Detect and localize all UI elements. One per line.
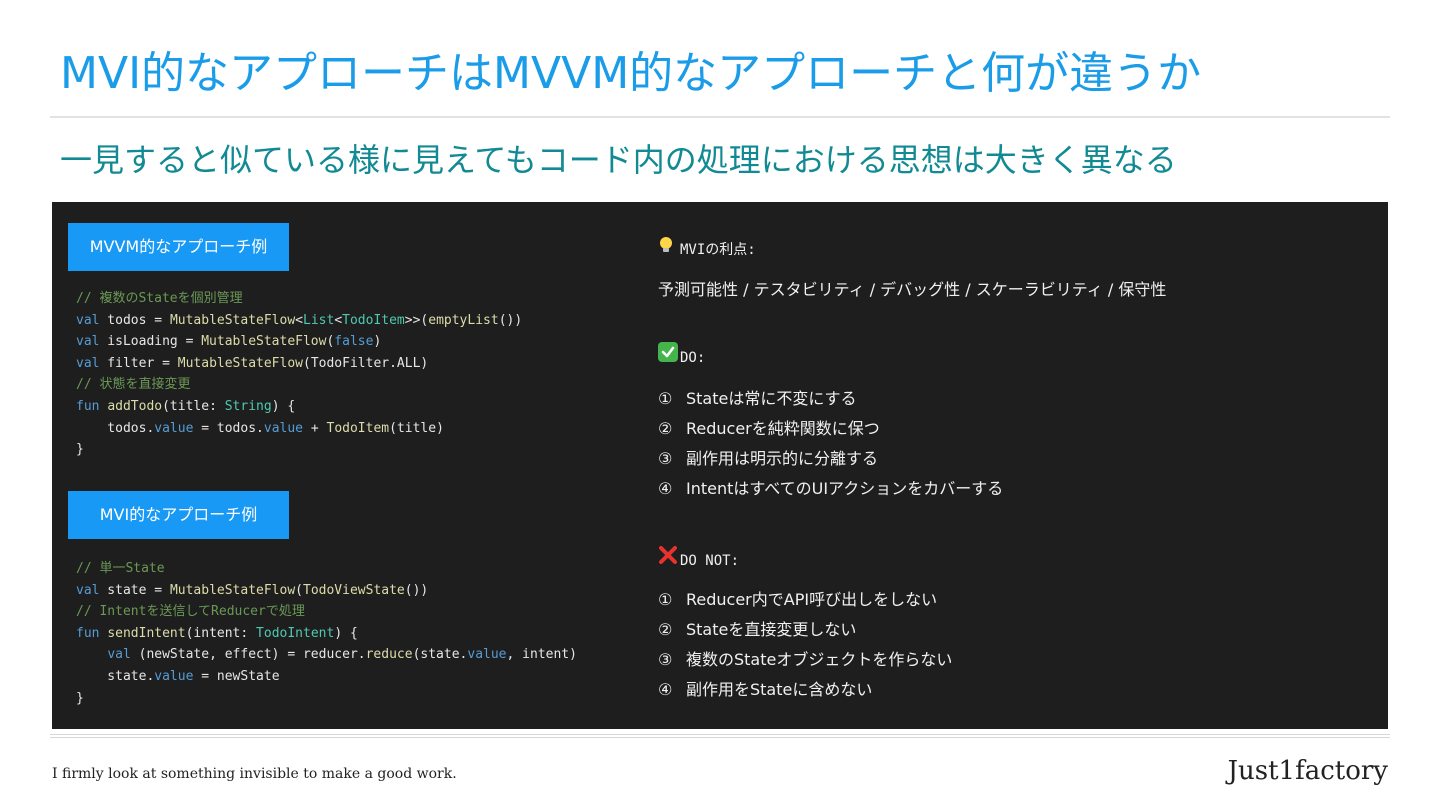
item-text: IntentはすべてのUIアクションをカバーする bbox=[686, 479, 1004, 498]
benefits-text: 予測可能性 / テスタビリティ / デバッグ性 / スケーラビリティ / 保守性 bbox=[658, 280, 1167, 299]
item-text: 複数のStateオブジェクトを作らない bbox=[686, 650, 953, 669]
code-line: val isLoading = MutableStateFlow(false) bbox=[76, 334, 382, 350]
donot-list: ① Reducer内でAPI呼び出しをしない ② Stateを直接変更しない ③ 複数のS… bbox=[658, 585, 952, 705]
mvi-label: MVI的なアプローチ例 bbox=[68, 491, 289, 539]
donot-item: ④ 副作用をStateに含めない bbox=[658, 675, 952, 705]
item-text: Stateは常に不変にする bbox=[686, 389, 857, 408]
code-line: val filter = MutableStateFlow(TodoFilter… bbox=[76, 355, 429, 371]
item-number: ④ bbox=[658, 680, 673, 699]
item-number: ② bbox=[658, 620, 673, 639]
code-line: val state = MutableStateFlow(TodoViewSta… bbox=[76, 582, 429, 598]
do-item: ② Reducerを純粋関数に保つ bbox=[658, 414, 1003, 444]
item-text: 副作用をStateに含めない bbox=[686, 680, 873, 699]
footer-divider bbox=[50, 734, 1390, 738]
do-item: ④ IntentはすべてのUIアクションをカバーする bbox=[658, 474, 1003, 504]
item-text: Reducer内でAPI呼び出しをしない bbox=[686, 590, 938, 609]
item-number: ③ bbox=[658, 650, 673, 669]
item-number: ④ bbox=[658, 479, 673, 498]
code-line: val (newState, effect) = reducer.reduce(… bbox=[107, 647, 577, 663]
item-number: ① bbox=[658, 389, 673, 408]
item-text: Stateを直接変更しない bbox=[686, 620, 857, 639]
code-line: val todos = MutableStateFlow<List<TodoIt… bbox=[76, 312, 523, 328]
do-item: ③ 副作用は明示的に分離する bbox=[658, 444, 1003, 474]
check-icon bbox=[658, 342, 680, 370]
code-line: fun sendIntent(intent: TodoIntent) { bbox=[76, 625, 358, 641]
item-number: ① bbox=[658, 590, 673, 609]
lightbulb-icon bbox=[658, 236, 680, 262]
donot-item: ③ 複数のStateオブジェクトを作らない bbox=[658, 645, 952, 675]
mvvm-code-block: // 複数のStateを個別管理 val todos = MutableState… bbox=[76, 288, 522, 461]
title-divider bbox=[50, 116, 1390, 118]
code-line: state.value = newState bbox=[76, 668, 280, 684]
code-line: } bbox=[76, 442, 84, 458]
donot-item: ① Reducer内でAPI呼び出しをしない bbox=[658, 585, 952, 615]
code-line: todos.value = todos.value + TodoItem(tit… bbox=[76, 420, 444, 436]
mvvm-label: MVVM的なアプローチ例 bbox=[68, 223, 289, 271]
item-number: ③ bbox=[658, 449, 673, 468]
slide-subtitle: 一見すると似ている様に見えてもコード内の処理における思想は大きく異なる bbox=[60, 141, 1177, 179]
code-line: // 状態を直接変更 bbox=[76, 377, 191, 393]
benefits-heading: MVIの利点: bbox=[680, 242, 756, 258]
donot-heading-row: DO NOT: bbox=[658, 545, 739, 573]
slide-title: MVI的なアプローチはMVVM的なアプローチと何が違うか bbox=[60, 48, 1202, 99]
footer-tagline: I firmly look at something invisible to … bbox=[52, 766, 457, 782]
item-number: ② bbox=[658, 419, 673, 438]
code-line: } bbox=[76, 690, 84, 706]
code-line: fun addTodo(title: String) { bbox=[76, 398, 296, 414]
code-line: // 複数のStateを個別管理 bbox=[76, 291, 243, 306]
code-line: // 単一State bbox=[76, 561, 165, 576]
content-panel: MVVM的なアプローチ例 // 複数のStateを個別管理 val todos =… bbox=[52, 202, 1388, 729]
do-item: ① Stateは常に不変にする bbox=[658, 384, 1003, 414]
code-line: // Intentを送信してReducerで処理 bbox=[76, 604, 305, 620]
benefits-heading-row: MVIの利点: bbox=[658, 236, 756, 262]
footer-brand: Just1factory bbox=[1227, 756, 1388, 786]
item-text: 副作用は明示的に分離する bbox=[686, 449, 879, 468]
do-heading-row: DO: bbox=[658, 342, 705, 370]
mvi-code-block: // 単一State val state = MutableStateFlow(T… bbox=[76, 558, 577, 709]
donot-item: ② Stateを直接変更しない bbox=[658, 615, 952, 645]
donot-heading: DO NOT: bbox=[680, 553, 740, 569]
do-heading: DO: bbox=[680, 350, 706, 366]
cross-icon bbox=[658, 545, 680, 573]
item-text: Reducerを純粋関数に保つ bbox=[686, 419, 880, 438]
do-list: ① Stateは常に不変にする ② Reducerを純粋関数に保つ ③ 副作用は明示的に分… bbox=[658, 384, 1003, 504]
